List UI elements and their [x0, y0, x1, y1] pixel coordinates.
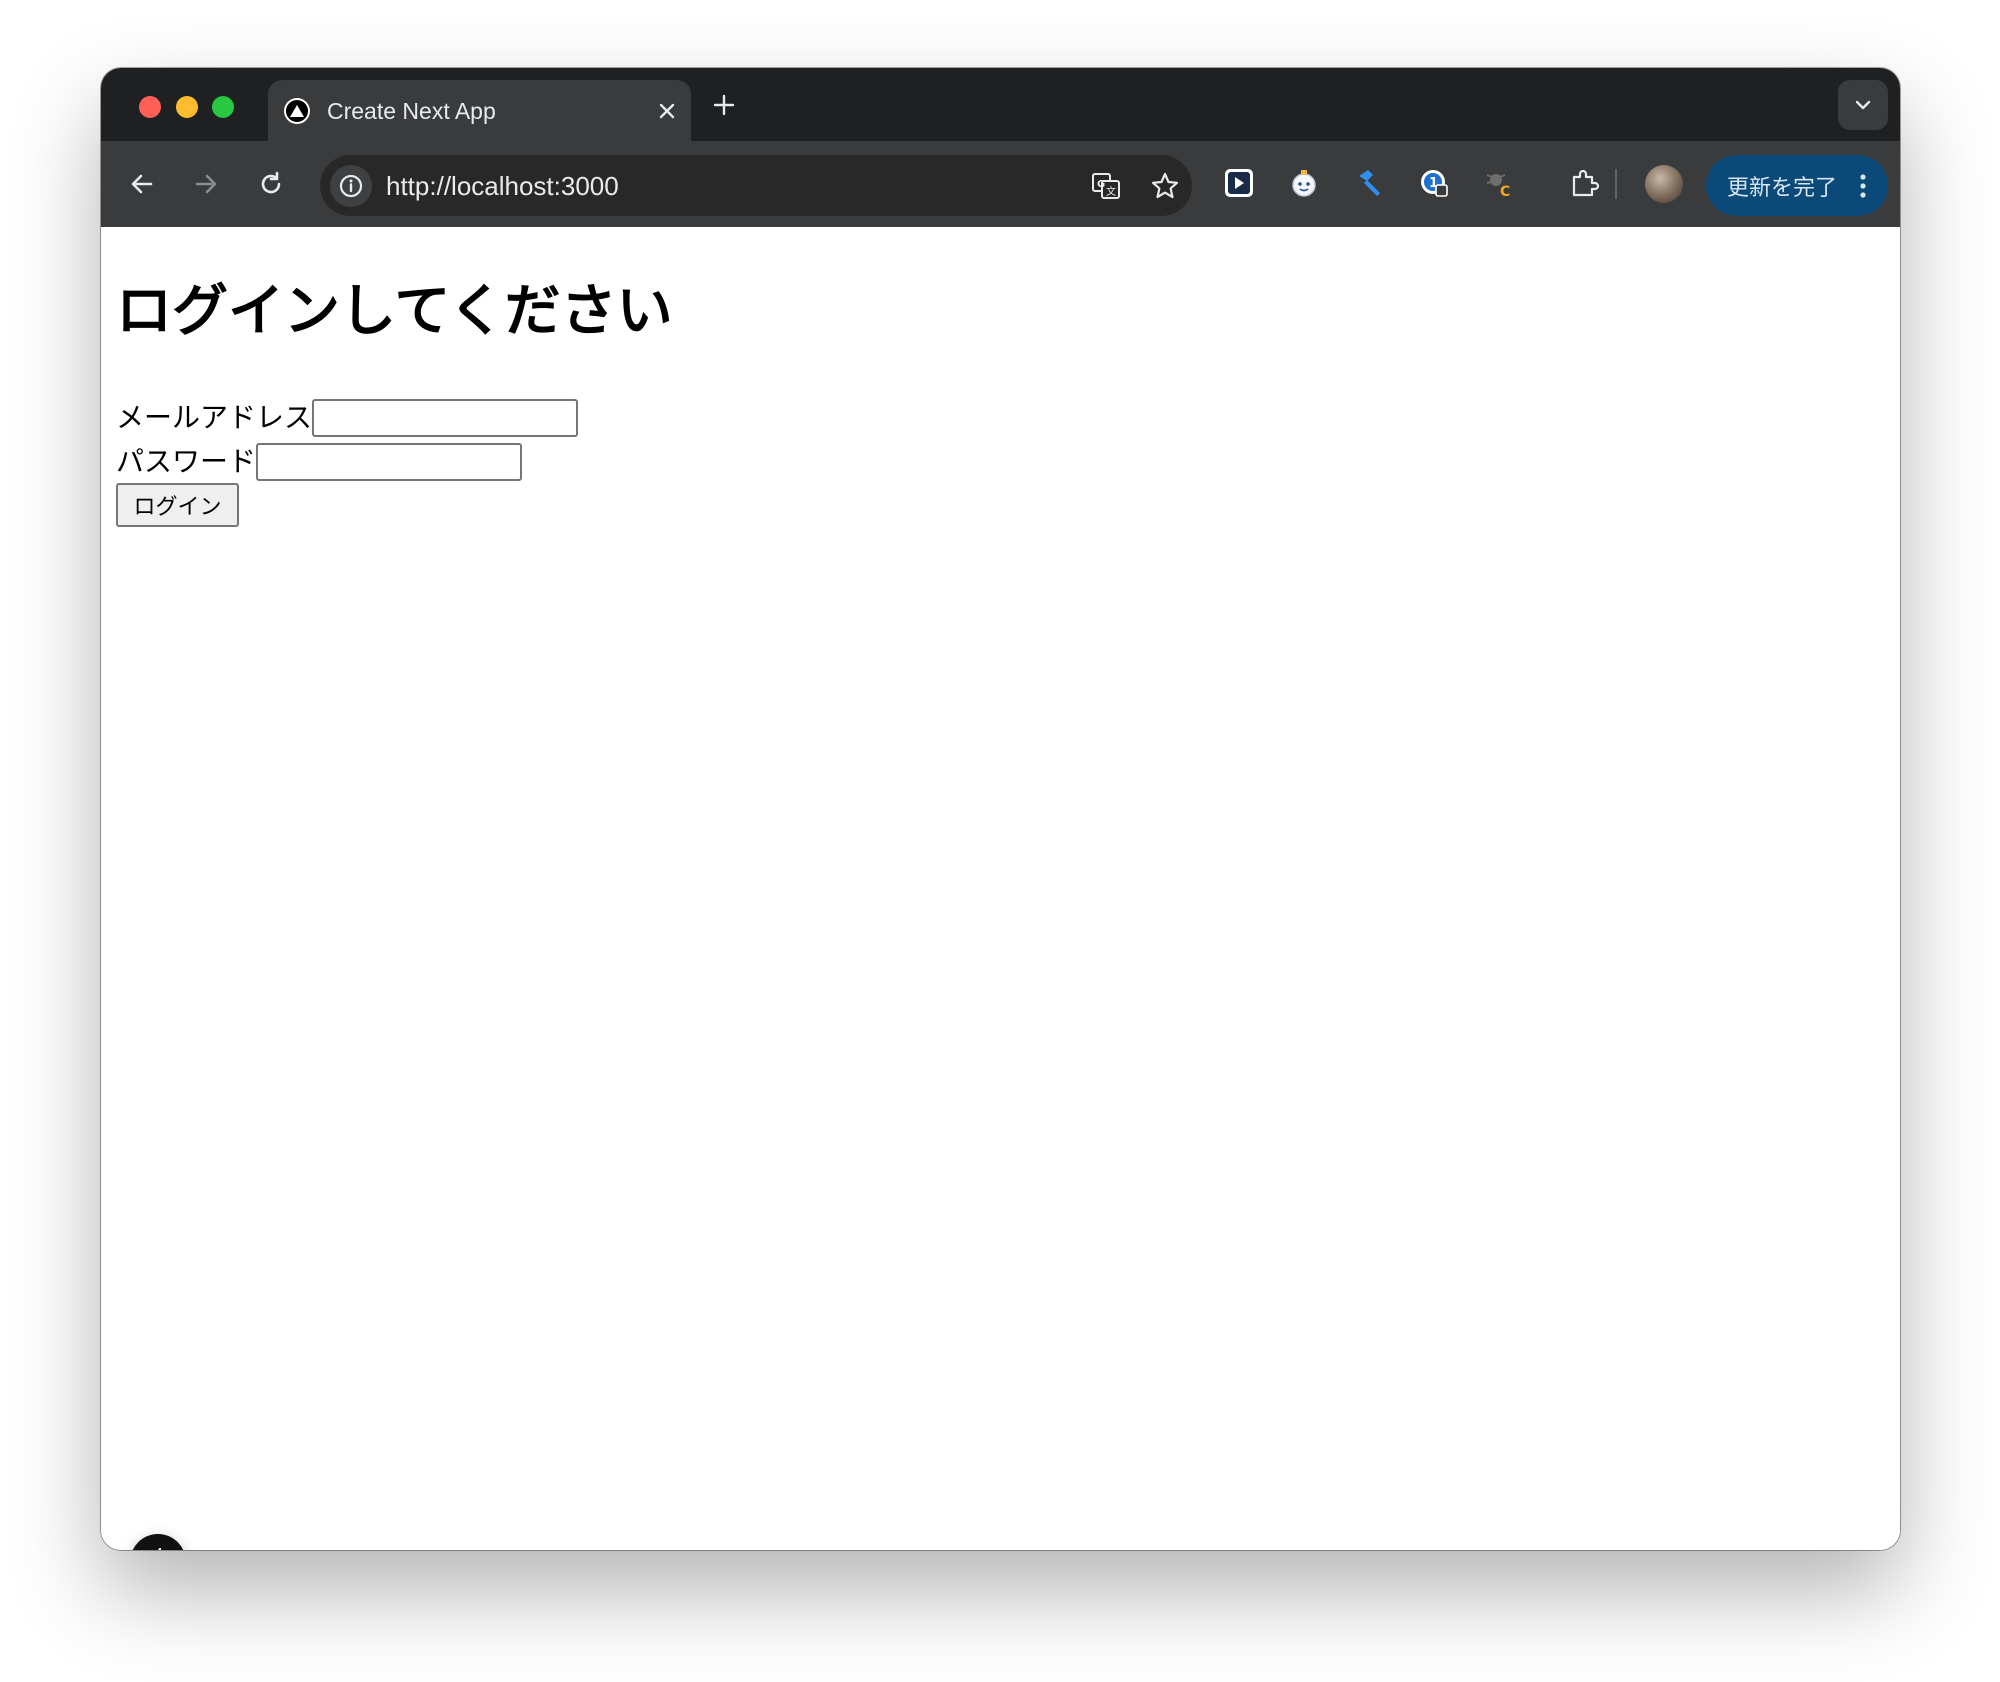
url-text[interactable]: http://localhost:3000 [386, 169, 619, 203]
bookmark-star-icon[interactable] [1148, 169, 1182, 203]
chevron-down-icon [1855, 100, 1871, 110]
toolbar-separator [1615, 169, 1617, 199]
info-icon [339, 174, 363, 198]
browser-toolbar: http://localhost:3000 G文 1 C 更新を完了 [101, 141, 1900, 227]
email-field[interactable] [312, 399, 579, 437]
svg-text:文: 文 [1106, 185, 1116, 198]
email-label: メールアドレス [116, 401, 313, 434]
arrow-left-icon [131, 174, 153, 194]
password-row: パスワード [116, 443, 523, 481]
extension-dark-square-icon[interactable] [1219, 163, 1259, 203]
password-field[interactable] [256, 443, 523, 481]
update-button[interactable]: 更新を完了 [1706, 155, 1888, 216]
nextjs-triangle-icon [284, 98, 310, 124]
tab-search-button[interactable] [1838, 80, 1888, 130]
reload-icon [261, 171, 281, 194]
browser-window: Create Next App http://localhost:3000 G … [101, 68, 1900, 1550]
minimize-window-button[interactable] [176, 96, 198, 118]
svg-text:G: G [1097, 179, 1105, 190]
profile-avatar[interactable] [1645, 165, 1683, 203]
new-tab-plus-icon[interactable] [709, 90, 739, 120]
extension-hammer-icon[interactable] [1349, 163, 1389, 203]
close-window-button[interactable] [139, 96, 161, 118]
address-bar[interactable]: http://localhost:3000 G文 [320, 155, 1192, 216]
reload-button[interactable] [251, 164, 291, 204]
maximize-window-button[interactable] [212, 96, 234, 118]
email-row: メールアドレス [116, 399, 579, 437]
browser-tab-active[interactable]: Create Next App [268, 80, 691, 141]
extension-lock-badge-icon[interactable]: 1 [1414, 163, 1454, 203]
password-label: パスワード [116, 445, 257, 478]
svg-text:C: C [1500, 184, 1510, 199]
more-vertical-icon [1860, 174, 1866, 198]
page-title: ログインしてください [116, 279, 673, 344]
lightning-bolt-icon [158, 1547, 162, 1550]
page-content: ログインしてください メールアドレス パスワード ログイン [101, 227, 1900, 1550]
extension-stopwatch-icon[interactable] [1284, 163, 1324, 203]
arrow-right-icon [195, 174, 217, 194]
extensions-puzzle-icon[interactable] [1564, 163, 1604, 203]
forward-button[interactable] [186, 164, 226, 204]
login-button[interactable]: ログイン [116, 483, 239, 527]
tab-strip: Create Next App [101, 68, 1900, 141]
tab-title: Create Next App [327, 98, 496, 124]
site-info-button[interactable] [330, 165, 372, 207]
close-tab-icon[interactable] [654, 98, 680, 124]
update-button-label: 更新を完了 [1727, 175, 1838, 201]
translate-icon[interactable]: G文 [1089, 169, 1123, 203]
nextjs-dev-indicator-button[interactable] [130, 1534, 186, 1550]
extension-bug-c-icon[interactable]: C [1479, 163, 1519, 203]
back-button[interactable] [122, 164, 162, 204]
